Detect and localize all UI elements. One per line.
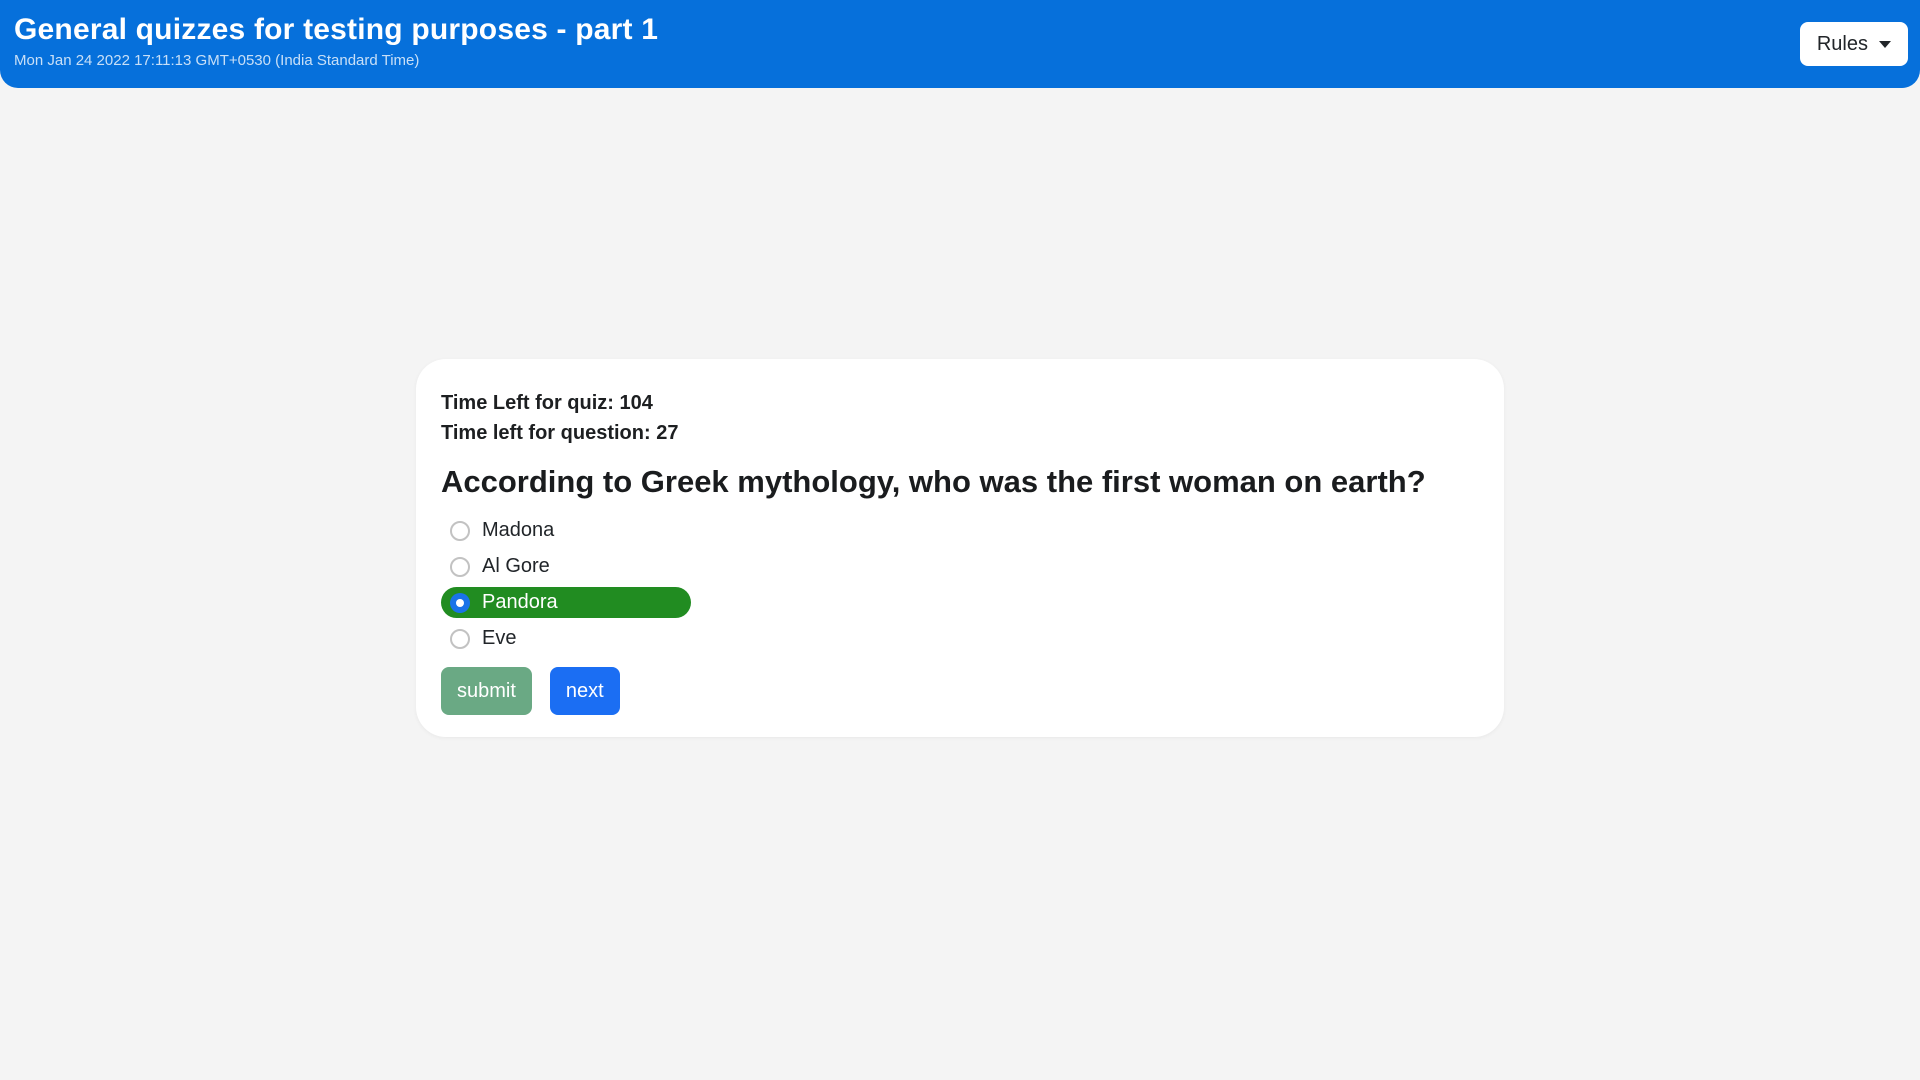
app-header: General quizzes for testing purposes - p… [0, 0, 1920, 88]
submit-button[interactable]: submit [441, 667, 532, 715]
option-label: Eve [482, 627, 516, 650]
option-label: Pandora [482, 591, 558, 614]
radio-button[interactable] [450, 521, 470, 541]
radio-button[interactable] [450, 557, 470, 577]
option-label: Madona [482, 519, 554, 542]
quiz-option[interactable]: Al Gore [441, 551, 691, 582]
quiz-option[interactable]: Pandora [441, 587, 691, 618]
quiz-option[interactable]: Eve [441, 623, 691, 654]
quiz-card: Time Left for quiz: 104 Time left for qu… [416, 359, 1504, 737]
options-list: Madona Al Gore Pandora Eve [441, 515, 1479, 654]
radio-button[interactable] [450, 629, 470, 649]
quiz-timer: Time Left for quiz: 104 [441, 388, 1479, 418]
next-button[interactable]: next [550, 667, 620, 715]
radio-button[interactable] [450, 593, 470, 613]
header-datetime: Mon Jan 24 2022 17:11:13 GMT+0530 (India… [14, 52, 1904, 69]
rules-dropdown-button[interactable]: Rules [1800, 22, 1908, 66]
question-text: According to Greek mythology, who was th… [441, 462, 1479, 502]
question-timer: Time left for question: 27 [441, 418, 1479, 448]
page-title: General quizzes for testing purposes - p… [14, 11, 1904, 49]
rules-button-label: Rules [1817, 33, 1868, 56]
caret-down-icon [1879, 41, 1891, 48]
button-row: submit next [441, 667, 1479, 715]
option-label: Al Gore [482, 555, 550, 578]
quiz-option[interactable]: Madona [441, 515, 691, 546]
